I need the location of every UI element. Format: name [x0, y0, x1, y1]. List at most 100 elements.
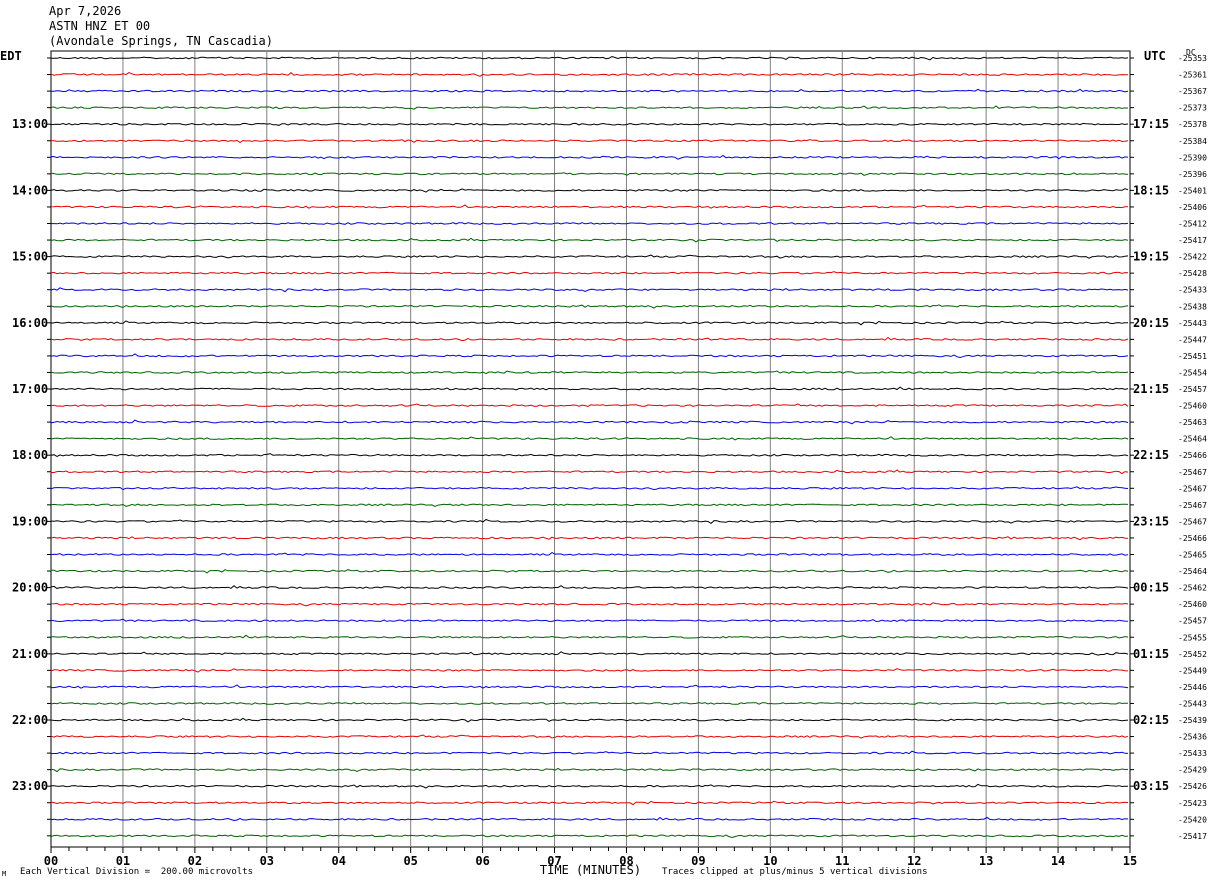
trace-line — [50, 634, 1129, 639]
trace-line — [50, 668, 1129, 673]
trace-line — [50, 503, 1129, 507]
dc-offset-label: -25361 — [1178, 71, 1207, 80]
x-axis-label: TIME (MINUTES) — [540, 863, 641, 877]
x-tick-label: 06 — [475, 854, 489, 868]
dc-offset-label: -25455 — [1178, 633, 1207, 642]
trace-line — [50, 602, 1129, 607]
trace-line — [50, 569, 1129, 574]
dc-offset-label: -25401 — [1178, 186, 1207, 195]
trace-line — [50, 684, 1129, 689]
dc-offset-label: -25412 — [1178, 220, 1207, 229]
trace-line — [50, 353, 1129, 359]
dc-offset-label: -25353 — [1178, 54, 1207, 63]
dc-offset-label: -25449 — [1178, 666, 1207, 675]
trace-line — [50, 717, 1129, 723]
x-tick-label: 11 — [835, 854, 849, 868]
left-hour-label: 17:00 — [12, 382, 48, 396]
right-hour-label: 01:15 — [1133, 647, 1169, 661]
x-tick-label: 12 — [907, 854, 921, 868]
trace-line — [50, 767, 1129, 773]
dc-offset-label: -25463 — [1178, 418, 1207, 427]
x-tick-label: 15 — [1123, 854, 1137, 868]
trace-line — [50, 618, 1129, 623]
dc-offset-label: -25384 — [1178, 137, 1207, 146]
dc-offset-label: -25390 — [1178, 153, 1207, 162]
trace-line — [50, 188, 1129, 193]
x-tick-label: 09 — [691, 854, 705, 868]
plot-frame — [50, 50, 1131, 848]
dc-offset-label: -25460 — [1178, 600, 1207, 609]
dc-offset-label: -25443 — [1178, 699, 1207, 708]
helicorder-plot: -25353 -25361 -25367 -25373 -25378 -25384 -253… — [12, 50, 1207, 877]
trace-line — [50, 88, 1129, 93]
trace-line — [50, 122, 1129, 126]
dc-offset-label: -25467 — [1178, 468, 1207, 477]
left-hour-label: 23:00 — [12, 779, 48, 793]
left-hour-label: 14:00 — [12, 183, 48, 197]
trace-line — [50, 304, 1129, 309]
dc-offset-label: -25467 — [1178, 501, 1207, 510]
left-hour-label: 13:00 — [12, 117, 48, 131]
left-hour-label: 15:00 — [12, 250, 48, 264]
dc-offset-label: -25467 — [1178, 484, 1207, 493]
x-tick-label: 00 — [44, 854, 58, 868]
dc-offset-label: -25465 — [1178, 551, 1207, 560]
right-hour-label: 22:15 — [1133, 448, 1169, 462]
trace-line — [50, 552, 1129, 556]
trace-line — [50, 287, 1129, 293]
dc-offset-label: -25457 — [1178, 385, 1207, 394]
x-tick-label: 10 — [763, 854, 777, 868]
trace-line — [50, 783, 1128, 789]
right-hour-label: 23:15 — [1133, 514, 1169, 528]
dc-offset-label: -25406 — [1178, 203, 1207, 212]
dc-offset-label: -25396 — [1178, 170, 1207, 179]
trace-line — [50, 386, 1129, 391]
trace-line — [50, 800, 1129, 806]
left-hour-label: 22:00 — [12, 713, 48, 727]
dc-offset-label: -25457 — [1178, 617, 1207, 626]
dc-offset-label: -25436 — [1178, 733, 1207, 742]
dc-offset-label: -25454 — [1178, 368, 1207, 377]
trace-line — [50, 816, 1129, 822]
right-hour-label: 03:15 — [1133, 779, 1169, 793]
trace-line — [50, 370, 1129, 375]
left-hour-label: 20:00 — [12, 581, 48, 595]
trace-line — [50, 72, 1128, 77]
dc-offset-label: -25433 — [1178, 749, 1207, 758]
right-hour-label: 02:15 — [1133, 713, 1169, 727]
trace-line — [50, 204, 1128, 209]
trace-line — [50, 254, 1129, 259]
left-hour-label: 18:00 — [12, 448, 48, 462]
x-tick-label: 02 — [188, 854, 202, 868]
dc-offset-label: -25467 — [1178, 517, 1207, 526]
trace-line — [50, 105, 1129, 110]
dc-offset-label: -25378 — [1178, 120, 1207, 129]
dc-offset-label: -25373 — [1178, 104, 1207, 113]
scale-note: Each Vertical Division = 200.00 microvol… — [20, 867, 253, 877]
trace-line — [50, 702, 1129, 705]
x-tick-label: 13 — [979, 854, 993, 868]
dc-offset-label: -25466 — [1178, 451, 1207, 460]
right-hour-label: 19:15 — [1133, 250, 1169, 264]
x-tick-label: 05 — [403, 854, 417, 868]
dc-offset-label: -25423 — [1178, 799, 1207, 808]
dc-offset-label: -25433 — [1178, 286, 1207, 295]
trace-line — [50, 154, 1129, 160]
dc-offset-label: -25438 — [1178, 302, 1207, 311]
right-hour-label: 18:15 — [1133, 183, 1169, 197]
dc-offset-label: -25462 — [1178, 584, 1207, 593]
x-tick-label: 01 — [116, 854, 130, 868]
dc-offset-label: -25464 — [1178, 435, 1207, 444]
left-hour-label: 16:00 — [12, 316, 48, 330]
left-hour-label: 19:00 — [12, 514, 48, 528]
trace-line — [50, 734, 1129, 739]
dc-offset-label: -25439 — [1178, 716, 1207, 725]
dc-offset-label: -25466 — [1178, 534, 1207, 543]
dc-offset-label: -25429 — [1178, 766, 1207, 775]
trace-line — [50, 55, 1129, 61]
dc-offset-label: -25367 — [1178, 87, 1207, 96]
dc-offset-label: -25451 — [1178, 352, 1207, 361]
x-tick-label: 14 — [1051, 854, 1065, 868]
dc-offset-label: -25422 — [1178, 253, 1207, 262]
clip-note: Traces clipped at plus/minus 5 vertical … — [662, 867, 928, 877]
